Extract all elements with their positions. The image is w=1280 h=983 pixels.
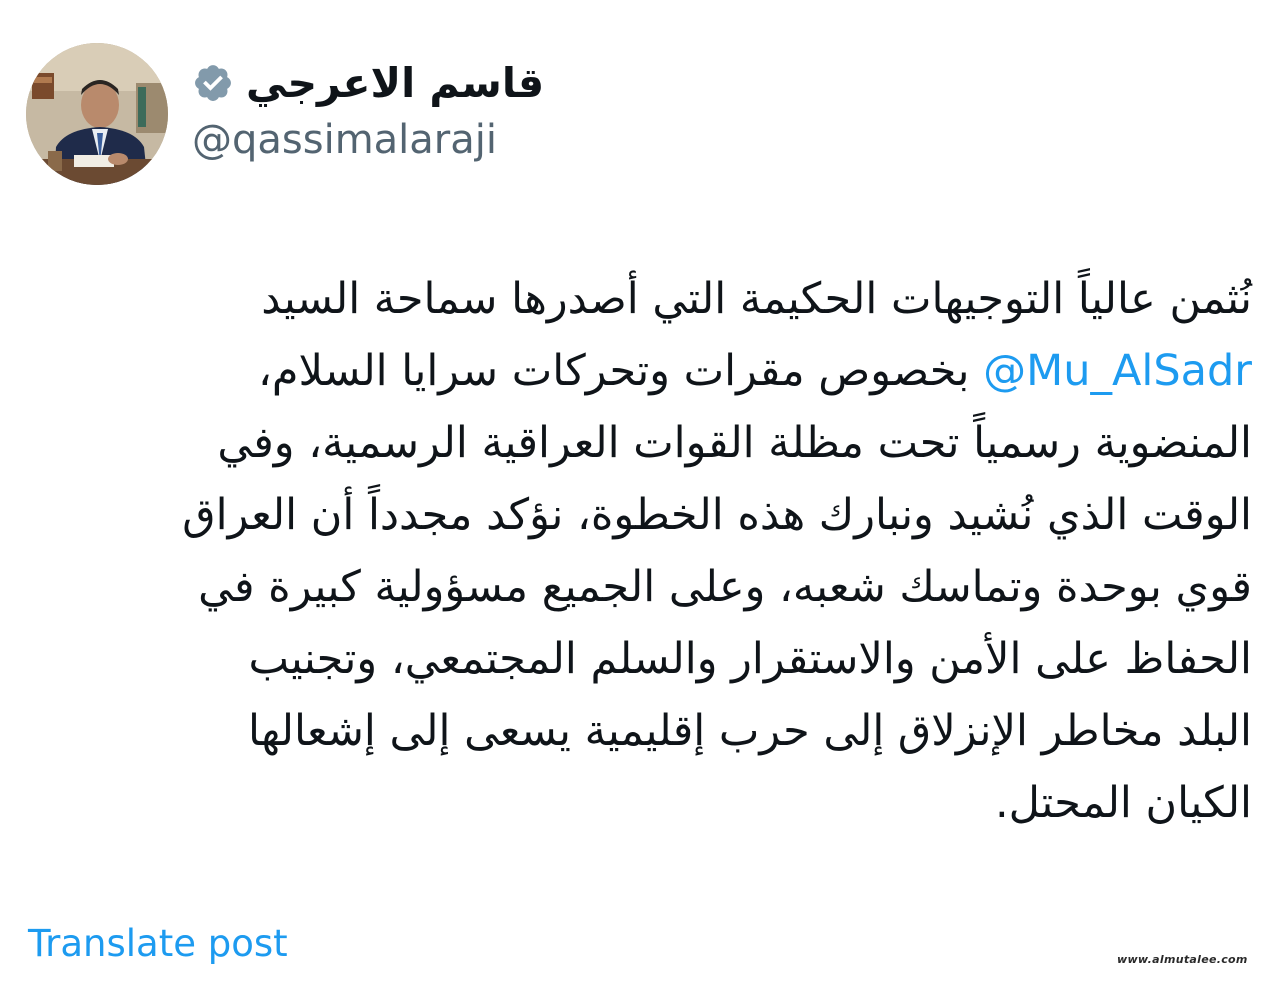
post-line-3: المنضوية رسمياً تحت مظلة القوات العراقية…: [217, 418, 1252, 468]
post-line-2-text: بخصوص مقرات وتحركات سرايا السلام،: [258, 346, 984, 396]
avatar-photo: [26, 43, 168, 185]
post-line-1: نُثمن عالياً التوجيهات الحكيمة التي أصدر…: [261, 274, 1252, 324]
post-text: نُثمن عالياً التوجيهات الحكيمة التي أصدر…: [24, 263, 1252, 839]
author-handle[interactable]: @qassimalaraji: [192, 117, 544, 163]
watermark: www.almutalee.com: [1117, 953, 1248, 966]
mention-link[interactable]: @Mu_AlSadr: [983, 346, 1252, 396]
author-block: قاسم الاعرجي @qassimalaraji: [192, 51, 544, 163]
post-line-7: البلد مخاطر الإنزلاق إلى حرب إقليمية يسع…: [248, 706, 1252, 756]
avatar[interactable]: [26, 43, 168, 185]
post-header: قاسم الاعرجي @qassimalaraji: [26, 43, 626, 185]
post-line-6: الحفاظ على الأمن والاستقرار والسلم المجت…: [248, 634, 1253, 684]
translate-post-link[interactable]: Translate post: [28, 922, 288, 965]
post-line-5: قوي بوحدة وتماسك شعبه، وعلى الجميع مسؤول…: [198, 562, 1252, 612]
verified-badge-icon: [192, 62, 234, 104]
post-line-4: الوقت الذي نُشيد ونبارك هذه الخطوة، نؤكد…: [182, 490, 1252, 540]
post-line-8: الكيان المحتل.: [995, 778, 1252, 828]
author-display-name[interactable]: قاسم الاعرجي: [246, 59, 544, 107]
name-row: قاسم الاعرجي: [192, 51, 544, 115]
post-line-2: @Mu_AlSadr بخصوص مقرات وتحركات سرايا الس…: [24, 335, 1252, 407]
